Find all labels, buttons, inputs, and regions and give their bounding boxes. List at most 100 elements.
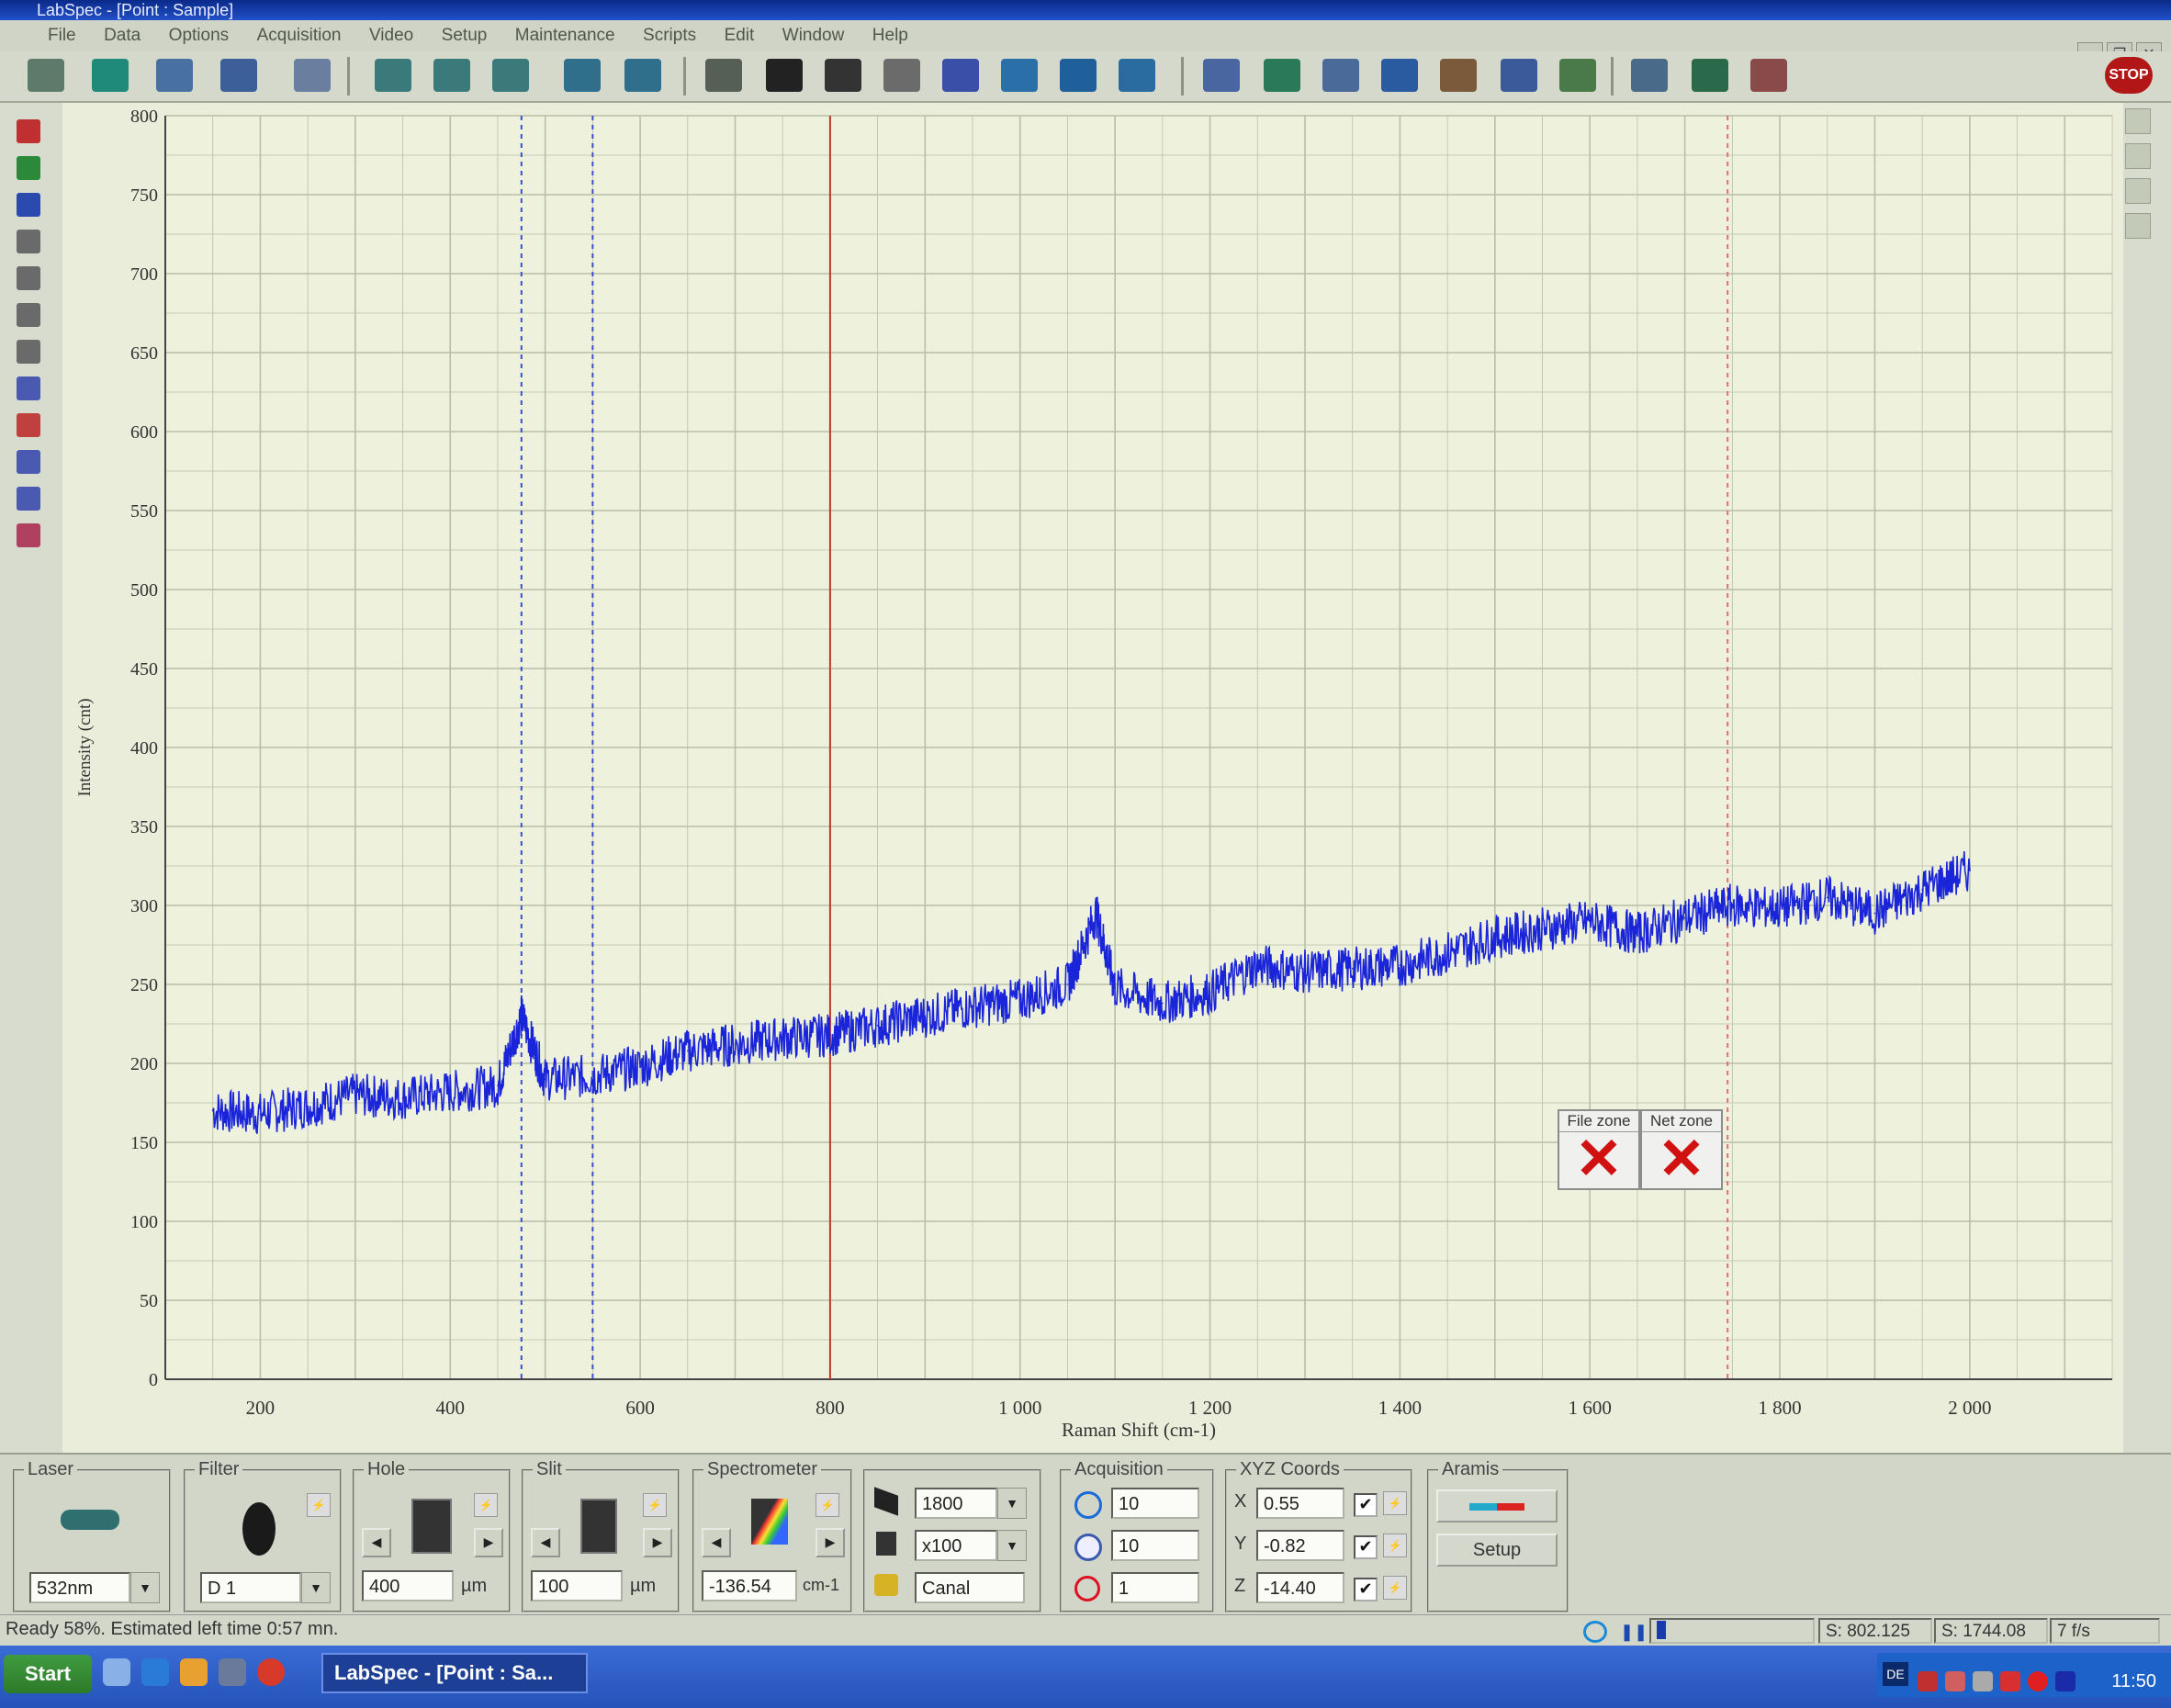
display-icon[interactable]: [2055, 1671, 2075, 1691]
open-icon[interactable]: [28, 59, 64, 92]
autoscale-icon[interactable]: [375, 59, 411, 92]
zoom-icon[interactable]: [17, 230, 40, 253]
grating-dropdown-icon[interactable]: ▼: [997, 1488, 1027, 1519]
filter-settings-icon[interactable]: ⚡: [307, 1493, 331, 1517]
pause-icon[interactable]: ❚❚: [1620, 1623, 1648, 1641]
start-button[interactable]: Start: [4, 1655, 92, 1693]
scale-y-icon[interactable]: [433, 59, 470, 92]
tray-device-icon[interactable]: [1973, 1671, 1993, 1691]
stage-icon[interactable]: [825, 59, 861, 92]
laser-select[interactable]: 532nm: [29, 1572, 130, 1603]
language-indicator[interactable]: DE: [1883, 1662, 1908, 1686]
fit-icon[interactable]: [1381, 59, 1418, 92]
baseline-icon[interactable]: [1264, 59, 1300, 92]
layer-icon[interactable]: [2125, 178, 2151, 204]
menu-maintenance[interactable]: Maintenance: [515, 20, 615, 51]
y-coord-field[interactable]: -0.82: [1256, 1530, 1344, 1561]
y-go-icon[interactable]: ⚡: [1383, 1534, 1407, 1557]
hole-increase-button[interactable]: ▶: [474, 1528, 503, 1557]
spectrometer-value-field[interactable]: -136.54: [702, 1570, 797, 1601]
hole-settings-icon[interactable]: ⚡: [474, 1493, 498, 1517]
menu-file[interactable]: File: [48, 20, 76, 51]
menu-acquisition[interactable]: Acquisition: [257, 20, 342, 51]
x-checkbox[interactable]: ✔: [1354, 1493, 1378, 1517]
net-zone-box[interactable]: Net zone ✕: [1640, 1109, 1723, 1190]
menu-data[interactable]: Data: [104, 20, 141, 51]
z-checkbox[interactable]: ✔: [1354, 1578, 1378, 1601]
slit-decrease-button[interactable]: ◀: [531, 1528, 560, 1557]
stop-button[interactable]: STOP: [2105, 57, 2153, 94]
detector-field[interactable]: Canal: [915, 1572, 1025, 1603]
camera-icon[interactable]: [705, 59, 742, 92]
hole-decrease-button[interactable]: ◀: [362, 1528, 391, 1557]
file-zone-box[interactable]: File zone ✕: [1558, 1109, 1640, 1190]
taskbar-labspec[interactable]: LabSpec - [Point : Sa...: [321, 1653, 588, 1693]
count-field[interactable]: 1: [1111, 1572, 1199, 1603]
print-icon[interactable]: [220, 59, 257, 92]
band-icon[interactable]: [17, 487, 40, 511]
menu-scripts[interactable]: Scripts: [643, 20, 696, 51]
menu-edit[interactable]: Edit: [725, 20, 755, 51]
x-coord-field[interactable]: 0.55: [1256, 1488, 1344, 1519]
ie-icon[interactable]: [141, 1658, 169, 1686]
map-grid-icon[interactable]: [942, 59, 979, 92]
compare-icon[interactable]: [1750, 59, 1787, 92]
scroll-up-icon[interactable]: [2125, 108, 2151, 134]
smooth-icon[interactable]: [1322, 59, 1359, 92]
aramis-setup-button[interactable]: Setup: [1436, 1534, 1558, 1567]
accumulation-field[interactable]: 10: [1111, 1530, 1199, 1561]
app-icon[interactable]: [180, 1658, 208, 1686]
color-icon[interactable]: [2125, 143, 2151, 169]
alert-icon[interactable]: [2028, 1671, 2048, 1691]
settings-icon[interactable]: [2125, 213, 2151, 239]
slit-increase-button[interactable]: ▶: [643, 1528, 672, 1557]
browser-icon[interactable]: [257, 1658, 285, 1686]
tray-app-icon[interactable]: [1945, 1671, 1965, 1691]
select-arrow-icon[interactable]: [17, 119, 40, 143]
spectrum-icon[interactable]: [1203, 59, 1240, 92]
cursor-x-icon[interactable]: [17, 376, 40, 400]
spectrum-chart[interactable]: 0 50 100 150 200 250 300 350 400 450 500 550 600 650 7…: [62, 103, 2123, 1453]
image-icon[interactable]: [766, 59, 803, 92]
delete-icon[interactable]: [17, 523, 40, 547]
filter-dropdown-icon[interactable]: ▼: [301, 1572, 331, 1603]
frame-icon[interactable]: [1119, 59, 1155, 92]
cursor-icon[interactable]: [1559, 59, 1596, 92]
laser-dropdown-icon[interactable]: ▼: [130, 1572, 160, 1603]
grid-icon[interactable]: [883, 59, 920, 92]
zoom-spectrum-icon[interactable]: [564, 59, 601, 92]
multi-spectrum-icon[interactable]: [1501, 59, 1537, 92]
spectrometer-settings-icon[interactable]: ⚡: [816, 1493, 839, 1517]
crosshair-icon[interactable]: [17, 303, 40, 327]
library-icon[interactable]: [1631, 59, 1668, 92]
cursor-red-icon[interactable]: [17, 413, 40, 437]
antivirus-icon[interactable]: [2000, 1671, 2020, 1691]
slit-settings-icon[interactable]: ⚡: [643, 1493, 667, 1517]
map-icon[interactable]: [1001, 59, 1038, 92]
acquisition-time-field[interactable]: 10: [1111, 1488, 1199, 1519]
search-icon[interactable]: [1692, 59, 1728, 92]
peak-icon[interactable]: [624, 59, 661, 92]
hole-value-field[interactable]: 400: [362, 1570, 454, 1601]
grating-select[interactable]: 1800: [915, 1488, 997, 1519]
objective-select[interactable]: x100: [915, 1530, 997, 1561]
z-go-icon[interactable]: ⚡: [1383, 1576, 1407, 1600]
filter-select[interactable]: D 1: [200, 1572, 301, 1603]
spectrometer-increase-button[interactable]: ▶: [816, 1528, 845, 1557]
peaks-icon[interactable]: [1440, 59, 1477, 92]
tool-icon[interactable]: [219, 1658, 246, 1686]
menu-help[interactable]: Help: [872, 20, 908, 51]
marker-icon[interactable]: [17, 340, 40, 364]
menu-window[interactable]: Window: [782, 20, 845, 51]
menu-video[interactable]: Video: [369, 20, 413, 51]
green-arrow-icon[interactable]: [17, 156, 40, 180]
blue-arrow-icon[interactable]: [17, 193, 40, 217]
menu-setup[interactable]: Setup: [442, 20, 488, 51]
video-icon[interactable]: [1060, 59, 1097, 92]
desktop-icon[interactable]: [103, 1658, 130, 1686]
aramis-toggle-button[interactable]: [1436, 1489, 1558, 1523]
scale-xy-icon[interactable]: [492, 59, 529, 92]
peak-pick-icon[interactable]: [17, 450, 40, 474]
y-checkbox[interactable]: ✔: [1354, 1535, 1378, 1559]
load-icon[interactable]: [156, 59, 193, 92]
